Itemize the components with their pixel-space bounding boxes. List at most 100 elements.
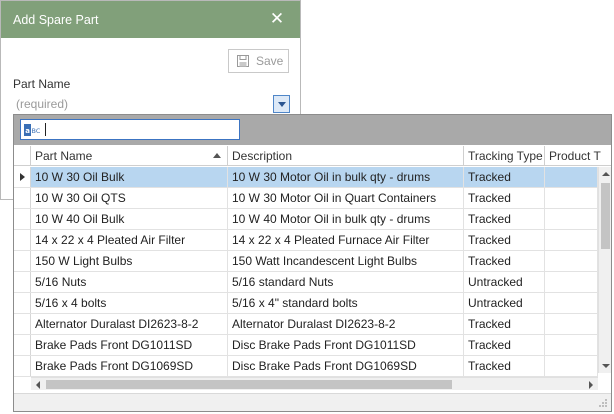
parts-grid: Part Name Description Tracking Type Prod… bbox=[14, 146, 611, 393]
cell-description: Disc Brake Pads Front DG1011SD bbox=[228, 335, 464, 355]
dialog-title: Add Spare Part bbox=[13, 12, 99, 27]
cell-tracking-type: Tracked bbox=[464, 209, 545, 229]
cell-product-type bbox=[545, 230, 598, 250]
cell-tracking-type: Tracked bbox=[464, 251, 545, 271]
close-icon[interactable]: ✕ bbox=[269, 10, 285, 28]
row-indicator bbox=[14, 335, 31, 355]
chevron-down-icon bbox=[601, 364, 610, 368]
part-name-dropdown-button[interactable] bbox=[273, 95, 290, 113]
grid-header: Part Name Description Tracking Type Prod… bbox=[14, 146, 611, 166]
row-indicator-header bbox=[14, 146, 31, 166]
table-row[interactable]: 5/16 x 4 bolts 5/16 x 4" standard bolts Un… bbox=[14, 293, 598, 314]
popup-search-bar: a BC bbox=[14, 115, 611, 145]
vertical-scroll-thumb[interactable] bbox=[601, 183, 610, 249]
vertical-scrollbar[interactable] bbox=[598, 167, 611, 373]
chevron-down-icon bbox=[277, 101, 286, 107]
cell-description: 5/16 standard Nuts bbox=[228, 272, 464, 292]
table-row[interactable]: Brake Pads Front DG1011SD Disc Brake Pads… bbox=[14, 335, 598, 356]
text-search-icon: a BC bbox=[24, 123, 41, 136]
resize-grip-icon[interactable] bbox=[598, 398, 608, 408]
cell-description: Alternator Duralast DI2623-8-2 bbox=[228, 314, 464, 334]
cell-tracking-type: Untracked bbox=[464, 272, 545, 292]
save-button[interactable]: Save bbox=[228, 49, 289, 73]
cell-part-name: 10 W 30 Oil QTS bbox=[31, 188, 228, 208]
save-label: Save bbox=[256, 54, 284, 68]
row-indicator bbox=[14, 167, 31, 187]
row-indicator bbox=[14, 251, 31, 271]
cell-part-name: 10 W 30 Oil Bulk bbox=[31, 167, 228, 187]
row-indicator bbox=[14, 314, 31, 334]
row-indicator bbox=[14, 188, 31, 208]
chevron-left-icon bbox=[36, 380, 40, 389]
svg-text:a: a bbox=[25, 127, 30, 135]
scroll-down-button[interactable] bbox=[599, 359, 612, 373]
cell-tracking-type: Tracked bbox=[464, 356, 545, 376]
text-caret bbox=[45, 123, 46, 136]
cell-description: 14 x 22 x 4 Pleated Furnace Air Filter bbox=[228, 230, 464, 250]
cell-tracking-type: Tracked bbox=[464, 230, 545, 250]
cell-tracking-type: Untracked bbox=[464, 293, 545, 313]
part-name-input[interactable]: (required) bbox=[13, 95, 290, 115]
cell-part-name: 10 W 40 Oil Bulk bbox=[31, 209, 228, 229]
scroll-left-button[interactable] bbox=[31, 378, 45, 391]
table-row[interactable]: 10 W 30 Oil Bulk 10 W 30 Motor Oil in bul… bbox=[14, 167, 598, 188]
row-indicator bbox=[14, 230, 31, 250]
row-indicator bbox=[14, 209, 31, 229]
cell-description: 10 W 30 Motor Oil in Quart Containers bbox=[228, 188, 464, 208]
svg-text:BC: BC bbox=[32, 127, 41, 135]
cell-product-type bbox=[545, 167, 598, 187]
table-row[interactable]: Brake Pads Front DG1069SD Disc Brake Pads… bbox=[14, 356, 598, 377]
cell-description: Disc Brake Pads Front DG1069SD bbox=[228, 356, 464, 376]
table-row[interactable]: 5/16 Nuts 5/16 standard Nuts Untracked bbox=[14, 272, 598, 293]
row-indicator bbox=[14, 272, 31, 292]
cell-description: 10 W 30 Motor Oil in bulk qty - drums bbox=[228, 167, 464, 187]
cell-part-name: Brake Pads Front DG1011SD bbox=[31, 335, 228, 355]
part-name-label: Part Name bbox=[13, 77, 71, 91]
cell-product-type bbox=[545, 293, 598, 313]
cell-tracking-type: Tracked bbox=[464, 314, 545, 334]
table-row[interactable]: 10 W 30 Oil QTS 10 W 30 Motor Oil in Quar… bbox=[14, 188, 598, 209]
cell-description: 150 Watt Incandescent Light Bulbs bbox=[228, 251, 464, 271]
column-header-tracking-type[interactable]: Tracking Type bbox=[464, 146, 545, 166]
table-row[interactable]: 10 W 40 Oil Bulk 10 W 40 Motor Oil in bul… bbox=[14, 209, 598, 230]
save-icon bbox=[237, 55, 249, 67]
column-header-part-name[interactable]: Part Name bbox=[31, 146, 228, 166]
part-lookup-popup: a BC Part Name Description Tracking Type… bbox=[13, 114, 612, 412]
chevron-right-icon bbox=[589, 380, 593, 389]
cell-description: 10 W 40 Motor Oil in bulk qty - drums bbox=[228, 209, 464, 229]
table-row[interactable]: 150 W Light Bulbs 150 Watt Incandescent L… bbox=[14, 251, 598, 272]
horizontal-scrollbar[interactable] bbox=[31, 377, 598, 390]
cell-product-type bbox=[545, 188, 598, 208]
scroll-right-button[interactable] bbox=[584, 378, 598, 391]
cell-part-name: 150 W Light Bulbs bbox=[31, 251, 228, 271]
horizontal-scroll-thumb[interactable] bbox=[46, 380, 452, 389]
row-indicator bbox=[14, 356, 31, 376]
cell-tracking-type: Tracked bbox=[464, 167, 545, 187]
table-row[interactable]: Alternator Duralast DI2623-8-2 Alternator… bbox=[14, 314, 598, 335]
cell-product-type bbox=[545, 272, 598, 292]
column-header-product-type[interactable]: Product T bbox=[545, 146, 611, 166]
cell-product-type bbox=[545, 335, 598, 355]
chevron-up-icon bbox=[601, 172, 610, 176]
cell-tracking-type: Tracked bbox=[464, 335, 545, 355]
cell-product-type bbox=[545, 209, 598, 229]
row-indicator bbox=[14, 293, 31, 313]
cell-part-name: Alternator Duralast DI2623-8-2 bbox=[31, 314, 228, 334]
cell-part-name: 14 x 22 x 4 Pleated Air Filter bbox=[31, 230, 228, 250]
scroll-up-button[interactable] bbox=[599, 167, 612, 181]
cell-part-name: 5/16 x 4 bolts bbox=[31, 293, 228, 313]
search-input[interactable]: a BC bbox=[20, 119, 240, 140]
column-header-description[interactable]: Description bbox=[228, 146, 464, 166]
cell-part-name: 5/16 Nuts bbox=[31, 272, 228, 292]
table-row[interactable]: 14 x 22 x 4 Pleated Air Filter 14 x 22 x … bbox=[14, 230, 598, 251]
cell-product-type bbox=[545, 356, 598, 376]
popup-footer bbox=[14, 393, 611, 411]
cell-tracking-type: Tracked bbox=[464, 188, 545, 208]
cell-description: 5/16 x 4" standard bolts bbox=[228, 293, 464, 313]
cell-product-type bbox=[545, 314, 598, 334]
current-row-arrow-icon bbox=[20, 173, 25, 181]
cell-part-name: Brake Pads Front DG1069SD bbox=[31, 356, 228, 376]
cell-product-type bbox=[545, 251, 598, 271]
dialog-title-bar: Add Spare Part bbox=[1, 1, 300, 38]
sort-ascending-icon bbox=[213, 153, 221, 158]
